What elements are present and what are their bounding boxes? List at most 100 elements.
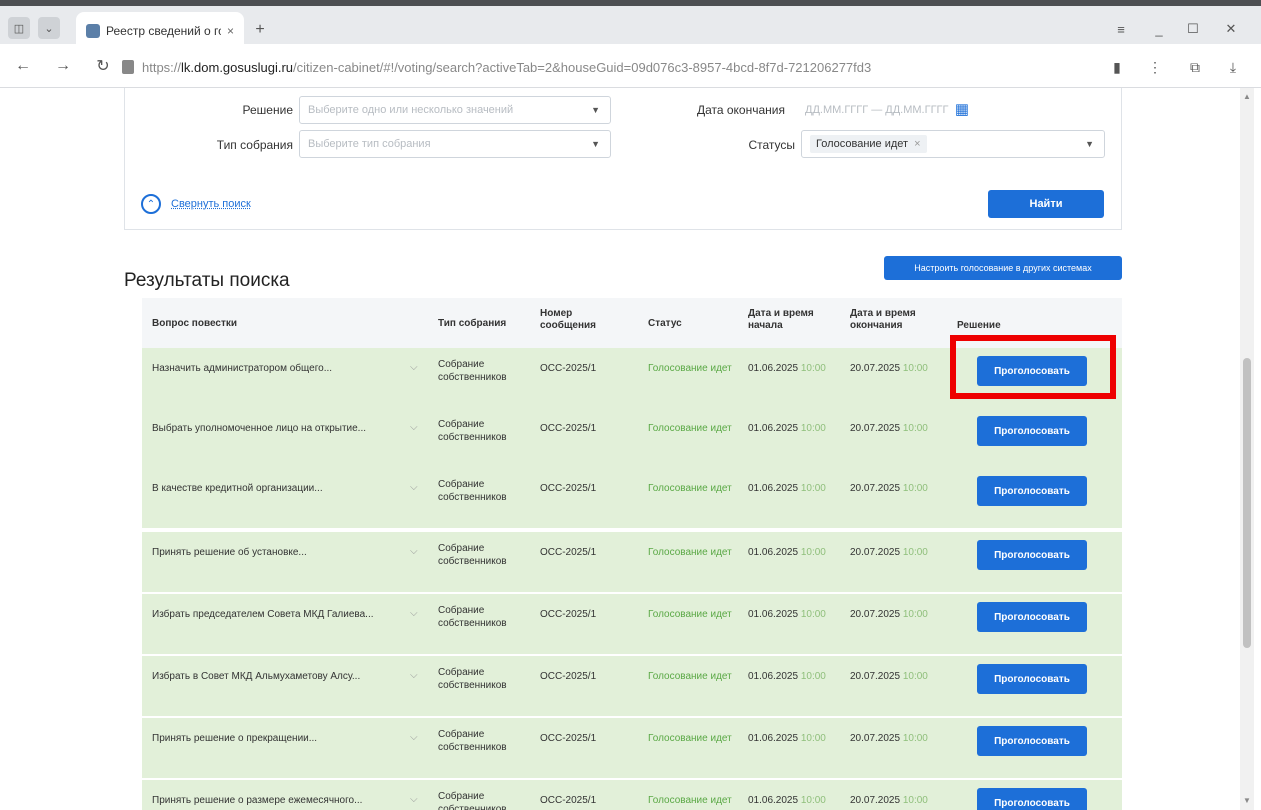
end-time: 10:00 bbox=[902, 483, 928, 494]
question-cell[interactable]: Принять решение о прекращении... bbox=[152, 732, 382, 745]
configure-voting-button[interactable]: Настроить голосование в других системах bbox=[884, 256, 1122, 280]
meeting-type-select[interactable]: Выберите тип собрания ▼ bbox=[299, 130, 611, 158]
calendar-icon[interactable]: ▦ bbox=[951, 98, 973, 120]
expand-chevron-icon[interactable]: ⌵ bbox=[410, 421, 418, 434]
tab-bar: ◫ ⌄ Реестр сведений о го: × + ≡ _ ☐ ✕ bbox=[0, 0, 1261, 50]
tab-title: Реестр сведений о го: bbox=[106, 24, 221, 38]
tab-close-icon[interactable]: × bbox=[227, 24, 234, 38]
forward-icon[interactable]: → bbox=[52, 55, 74, 77]
decision-select[interactable]: Выберите одно или несколько значений ▼ bbox=[299, 96, 611, 124]
meeting-type-cell: Собрание собственников bbox=[438, 419, 507, 443]
vote-button[interactable]: Проголосовать bbox=[977, 540, 1087, 570]
chevron-down-icon: ▼ bbox=[591, 139, 600, 149]
question-cell[interactable]: Назначить администратором общего... bbox=[152, 362, 382, 375]
end-time: 10:00 bbox=[902, 363, 928, 374]
browser-window: ◫ ⌄ Реестр сведений о го: × + ≡ _ ☐ ✕ ← … bbox=[0, 0, 1261, 810]
chevron-up-icon: ⌃ bbox=[141, 194, 161, 214]
expand-chevron-icon[interactable]: ⌵ bbox=[410, 793, 418, 806]
start-date: 01.06.2025 bbox=[748, 671, 799, 682]
vote-button[interactable]: Проголосовать bbox=[977, 788, 1087, 810]
meeting-type-label: Тип собрания bbox=[216, 138, 293, 152]
scrollbar-thumb[interactable] bbox=[1243, 358, 1251, 648]
find-button[interactable]: Найти bbox=[988, 190, 1104, 218]
bookmark-icon[interactable]: ▮ bbox=[1106, 56, 1128, 78]
reload-icon[interactable]: ↻ bbox=[92, 55, 114, 77]
tab-actions-icon[interactable]: ◫ bbox=[8, 17, 30, 39]
question-cell[interactable]: Принять решение о размере ежемесячного..… bbox=[152, 794, 382, 807]
end-date-input[interactable]: ДД.ММ.ГГГГ — ДД.ММ.ГГГГ ▦ bbox=[797, 96, 973, 124]
col-question[interactable]: Вопрос повестки bbox=[152, 318, 237, 330]
url-field[interactable]: https://lk.dom.gosuslugi.ru/citizen-cabi… bbox=[122, 54, 1082, 80]
expand-chevron-icon[interactable]: ⌵ bbox=[410, 361, 418, 374]
end-cell: 20.07.2025 10:00 bbox=[850, 362, 928, 375]
menu-icon[interactable]: ≡ bbox=[1106, 18, 1136, 40]
status-chip[interactable]: Голосование идет × bbox=[810, 135, 927, 153]
start-cell: 01.06.2025 10:00 bbox=[748, 608, 826, 621]
collapse-search-link[interactable]: ⌃ Свернуть поиск bbox=[141, 194, 251, 214]
number-cell: ОСС-2025/1 bbox=[540, 795, 597, 806]
tab-list-icon[interactable]: ⌄ bbox=[38, 17, 60, 39]
expand-chevron-icon[interactable]: ⌵ bbox=[410, 669, 418, 682]
end-time: 10:00 bbox=[902, 671, 928, 682]
start-date: 01.06.2025 bbox=[748, 423, 799, 434]
col-end[interactable]: Дата и время окончания bbox=[850, 308, 930, 332]
table-row[interactable]: Принять решение о прекращении... ⌵ Собрани… bbox=[142, 718, 1122, 778]
end-time: 10:00 bbox=[902, 733, 928, 744]
vote-button[interactable]: Проголосовать bbox=[977, 476, 1087, 506]
vote-button[interactable]: Проголосовать bbox=[977, 726, 1087, 756]
end-time: 10:00 bbox=[902, 609, 928, 620]
page-scrollbar[interactable]: ▲ ▼ bbox=[1240, 88, 1254, 810]
minimize-icon[interactable]: _ bbox=[1144, 18, 1174, 40]
table-row[interactable]: Принять решение о размере ежемесячного..… bbox=[142, 780, 1122, 810]
start-cell: 01.06.2025 10:00 bbox=[748, 482, 826, 495]
table-row[interactable]: В качестве кредитной организации... ⌵ Собр… bbox=[142, 468, 1122, 528]
end-cell: 20.07.2025 10:00 bbox=[850, 546, 928, 559]
number-cell: ОСС-2025/1 bbox=[540, 423, 597, 434]
start-time: 10:00 bbox=[800, 795, 826, 806]
start-cell: 01.06.2025 10:00 bbox=[748, 670, 826, 683]
back-icon[interactable]: ← bbox=[12, 55, 34, 77]
scroll-down-icon[interactable]: ▼ bbox=[1243, 796, 1251, 805]
col-start[interactable]: Дата и время начала bbox=[748, 308, 828, 332]
chevron-down-icon: ▼ bbox=[591, 105, 600, 115]
table-row[interactable]: Выбрать уполномоченное лицо на открытие.… bbox=[142, 408, 1122, 468]
number-cell: ОСС-2025/1 bbox=[540, 547, 597, 558]
meeting-type-cell: Собрание собственников bbox=[438, 729, 507, 753]
statuses-select[interactable]: Голосование идет × ▼ bbox=[801, 130, 1105, 158]
col-type[interactable]: Тип собрания bbox=[438, 318, 506, 330]
end-time: 10:00 bbox=[902, 547, 928, 558]
url-path: /citizen-cabinet/#!/voting/search?active… bbox=[293, 59, 872, 75]
end-cell: 20.07.2025 10:00 bbox=[850, 732, 928, 745]
expand-chevron-icon[interactable]: ⌵ bbox=[410, 731, 418, 744]
vote-button[interactable]: Проголосовать bbox=[977, 602, 1087, 632]
scroll-up-icon[interactable]: ▲ bbox=[1243, 92, 1251, 101]
question-cell[interactable]: В качестве кредитной организации... bbox=[152, 482, 382, 495]
collapse-search-label: Свернуть поиск bbox=[171, 198, 251, 210]
table-row[interactable]: Принять решение об установке... ⌵ Собрание… bbox=[142, 532, 1122, 592]
lock-icon bbox=[122, 60, 134, 74]
col-number[interactable]: Номер сообщения bbox=[540, 308, 610, 332]
more-options-icon[interactable]: ⋮ bbox=[1144, 56, 1166, 78]
table-row[interactable]: Избрать в Совет МКД Альмухаметову Алсу..… bbox=[142, 656, 1122, 716]
decision-label: Решение bbox=[242, 103, 293, 117]
download-icon[interactable]: ⤓ bbox=[1222, 56, 1244, 78]
highlight-box bbox=[950, 335, 1116, 399]
statuses-label: Статусы bbox=[748, 138, 795, 152]
table-row[interactable]: Избрать председателем Совета МКД Галиева… bbox=[142, 594, 1122, 654]
vote-button[interactable]: Проголосовать bbox=[977, 664, 1087, 694]
chip-remove-icon[interactable]: × bbox=[914, 138, 920, 150]
question-cell[interactable]: Избрать в Совет МКД Альмухаметову Алсу..… bbox=[152, 670, 382, 683]
expand-chevron-icon[interactable]: ⌵ bbox=[410, 545, 418, 558]
end-date: 20.07.2025 bbox=[850, 671, 901, 682]
col-status[interactable]: Статус bbox=[648, 318, 682, 330]
question-cell[interactable]: Избрать председателем Совета МКД Галиева… bbox=[152, 608, 382, 621]
question-cell[interactable]: Принять решение об установке... bbox=[152, 546, 382, 559]
new-tab-button[interactable]: + bbox=[250, 20, 270, 40]
expand-chevron-icon[interactable]: ⌵ bbox=[410, 607, 418, 620]
close-window-icon[interactable]: ✕ bbox=[1216, 18, 1246, 40]
extensions-icon[interactable]: ⧉ bbox=[1184, 56, 1206, 78]
expand-chevron-icon[interactable]: ⌵ bbox=[410, 481, 418, 494]
question-cell[interactable]: Выбрать уполномоченное лицо на открытие.… bbox=[152, 422, 382, 435]
maximize-icon[interactable]: ☐ bbox=[1178, 18, 1208, 40]
vote-button[interactable]: Проголосовать bbox=[977, 416, 1087, 446]
